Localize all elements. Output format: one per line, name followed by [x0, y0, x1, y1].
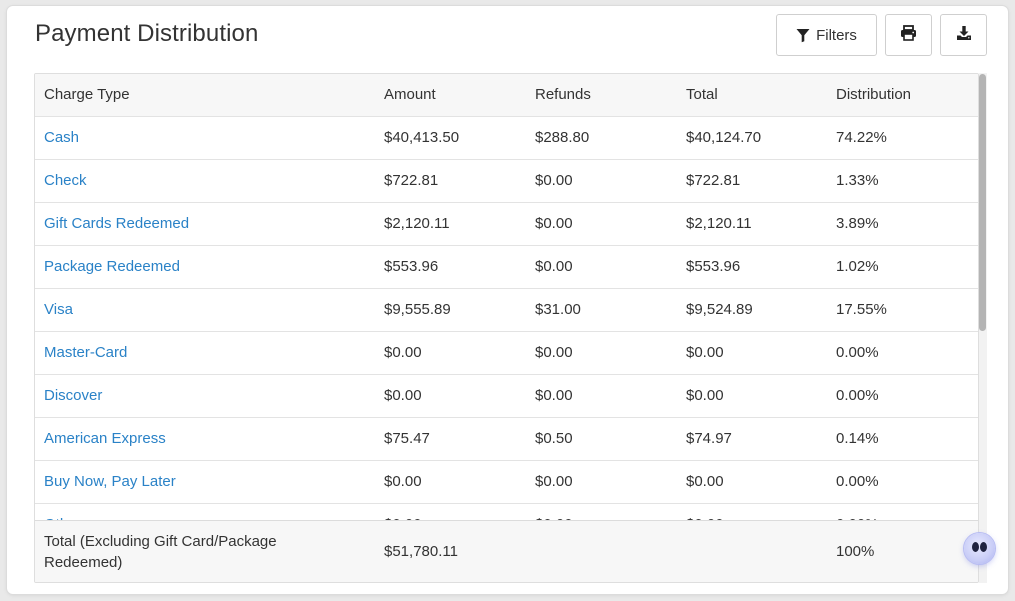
charge-type-link[interactable]: Gift Cards Redeemed	[44, 203, 189, 245]
distribution-cell: 3.89%	[836, 215, 879, 232]
total-cell: $9,524.89	[686, 301, 753, 318]
refunds-cell: $0.00	[535, 258, 573, 275]
charge-type-link[interactable]: Buy Now, Pay Later	[44, 461, 176, 503]
charge-type-link[interactable]: Master-Card	[44, 332, 127, 374]
amount-cell: $40,413.50	[384, 129, 460, 146]
refunds-cell: $0.00	[535, 473, 573, 490]
table-row: American Express $75.47 $0.50 $74.97 0.1…	[35, 418, 978, 461]
print-button[interactable]	[885, 14, 932, 56]
amount-cell: $553.96	[384, 258, 439, 275]
refunds-cell: $288.80	[535, 129, 590, 146]
table-row: Master-Card $0.00 $0.00 $0.00 0.00%	[35, 332, 978, 375]
column-header-distribution: Distribution	[836, 86, 912, 103]
charge-type-link[interactable]: Check	[44, 160, 87, 202]
amount-cell: $2,120.11	[384, 215, 450, 232]
total-cell: $0.00	[686, 387, 724, 404]
payment-table: Charge Type Amount Refunds Total Distrib…	[34, 73, 979, 583]
refunds-cell: $0.50	[535, 430, 573, 447]
eye-icon	[980, 542, 987, 552]
table-header-row: Charge Type Amount Refunds Total Distrib…	[35, 74, 978, 117]
amount-cell: $0.00	[384, 387, 422, 404]
distribution-cell: 74.22%	[836, 129, 887, 146]
table-footer-total-row: Total (Excluding Gift Card/Package Redee…	[35, 520, 978, 582]
filter-icon	[796, 28, 810, 43]
table-row: Gift Cards Redeemed $2,120.11 $0.00 $2,1…	[35, 203, 978, 246]
distribution-cell: 0.14%	[836, 430, 879, 447]
refunds-cell: $0.00	[535, 215, 573, 232]
filters-button[interactable]: Filters	[776, 14, 877, 56]
charge-type-link[interactable]: Cash	[44, 117, 79, 159]
eye-icon	[972, 542, 979, 552]
table-row: Check $722.81 $0.00 $722.81 1.33%	[35, 160, 978, 203]
total-cell: $0.00	[686, 344, 724, 361]
total-cell: $0.00	[686, 473, 724, 490]
charge-type-link[interactable]: American Express	[44, 418, 166, 460]
amount-cell: $9,555.89	[384, 301, 451, 318]
distribution-cell: 17.55%	[836, 301, 887, 318]
download-button[interactable]	[940, 14, 987, 56]
total-cell: $722.81	[686, 172, 741, 189]
table-row: Package Redeemed $553.96 $0.00 $553.96 1…	[35, 246, 978, 289]
chat-assistant-icon[interactable]	[964, 533, 995, 564]
total-cell: $74.97	[686, 430, 732, 447]
print-icon	[900, 24, 917, 46]
column-header-refunds: Refunds	[535, 86, 591, 103]
refunds-cell: $0.00	[535, 344, 573, 361]
total-cell: $553.96	[686, 258, 741, 275]
amount-cell: $75.47	[384, 430, 430, 447]
download-icon	[956, 25, 972, 46]
total-label: Total (Excluding Gift Card/Package Redee…	[44, 533, 277, 571]
page-title: Payment Distribution	[35, 20, 259, 47]
charge-type-link[interactable]: Package Redeemed	[44, 246, 180, 288]
column-header-total: Total	[686, 86, 718, 103]
charge-type-link[interactable]: Discover	[44, 375, 102, 417]
refunds-cell: $31.00	[535, 301, 581, 318]
distribution-cell: 1.33%	[836, 172, 879, 189]
table-row: Buy Now, Pay Later $0.00 $0.00 $0.00 0.0…	[35, 461, 978, 504]
amount-cell: $722.81	[384, 172, 439, 189]
charge-type-link[interactable]: Visa	[44, 289, 73, 331]
distribution-cell: 0.00%	[836, 473, 879, 490]
column-header-amount: Amount	[384, 86, 436, 103]
payment-distribution-card: Payment Distribution Filters Charge Type…	[7, 6, 1008, 594]
table-scrollbar-thumb[interactable]	[979, 74, 986, 331]
total-cell: $2,120.11	[686, 215, 752, 232]
table-row: Cash $40,413.50 $288.80 $40,124.70 74.22…	[35, 117, 978, 160]
column-header-charge-type: Charge Type	[44, 86, 130, 103]
amount-cell: $0.00	[384, 344, 422, 361]
distribution-cell: 0.00%	[836, 344, 879, 361]
refunds-cell: $0.00	[535, 387, 573, 404]
distribution-cell: 0.00%	[836, 387, 879, 404]
total-amount: $51,780.11	[384, 543, 458, 560]
table-row: Visa $9,555.89 $31.00 $9,524.89 17.55%	[35, 289, 978, 332]
filters-button-label: Filters	[816, 26, 857, 44]
total-distribution: 100%	[836, 543, 875, 560]
amount-cell: $0.00	[384, 473, 422, 490]
table-row: Discover $0.00 $0.00 $0.00 0.00%	[35, 375, 978, 418]
total-cell: $40,124.70	[686, 129, 762, 146]
distribution-cell: 1.02%	[836, 258, 879, 275]
refunds-cell: $0.00	[535, 172, 573, 189]
